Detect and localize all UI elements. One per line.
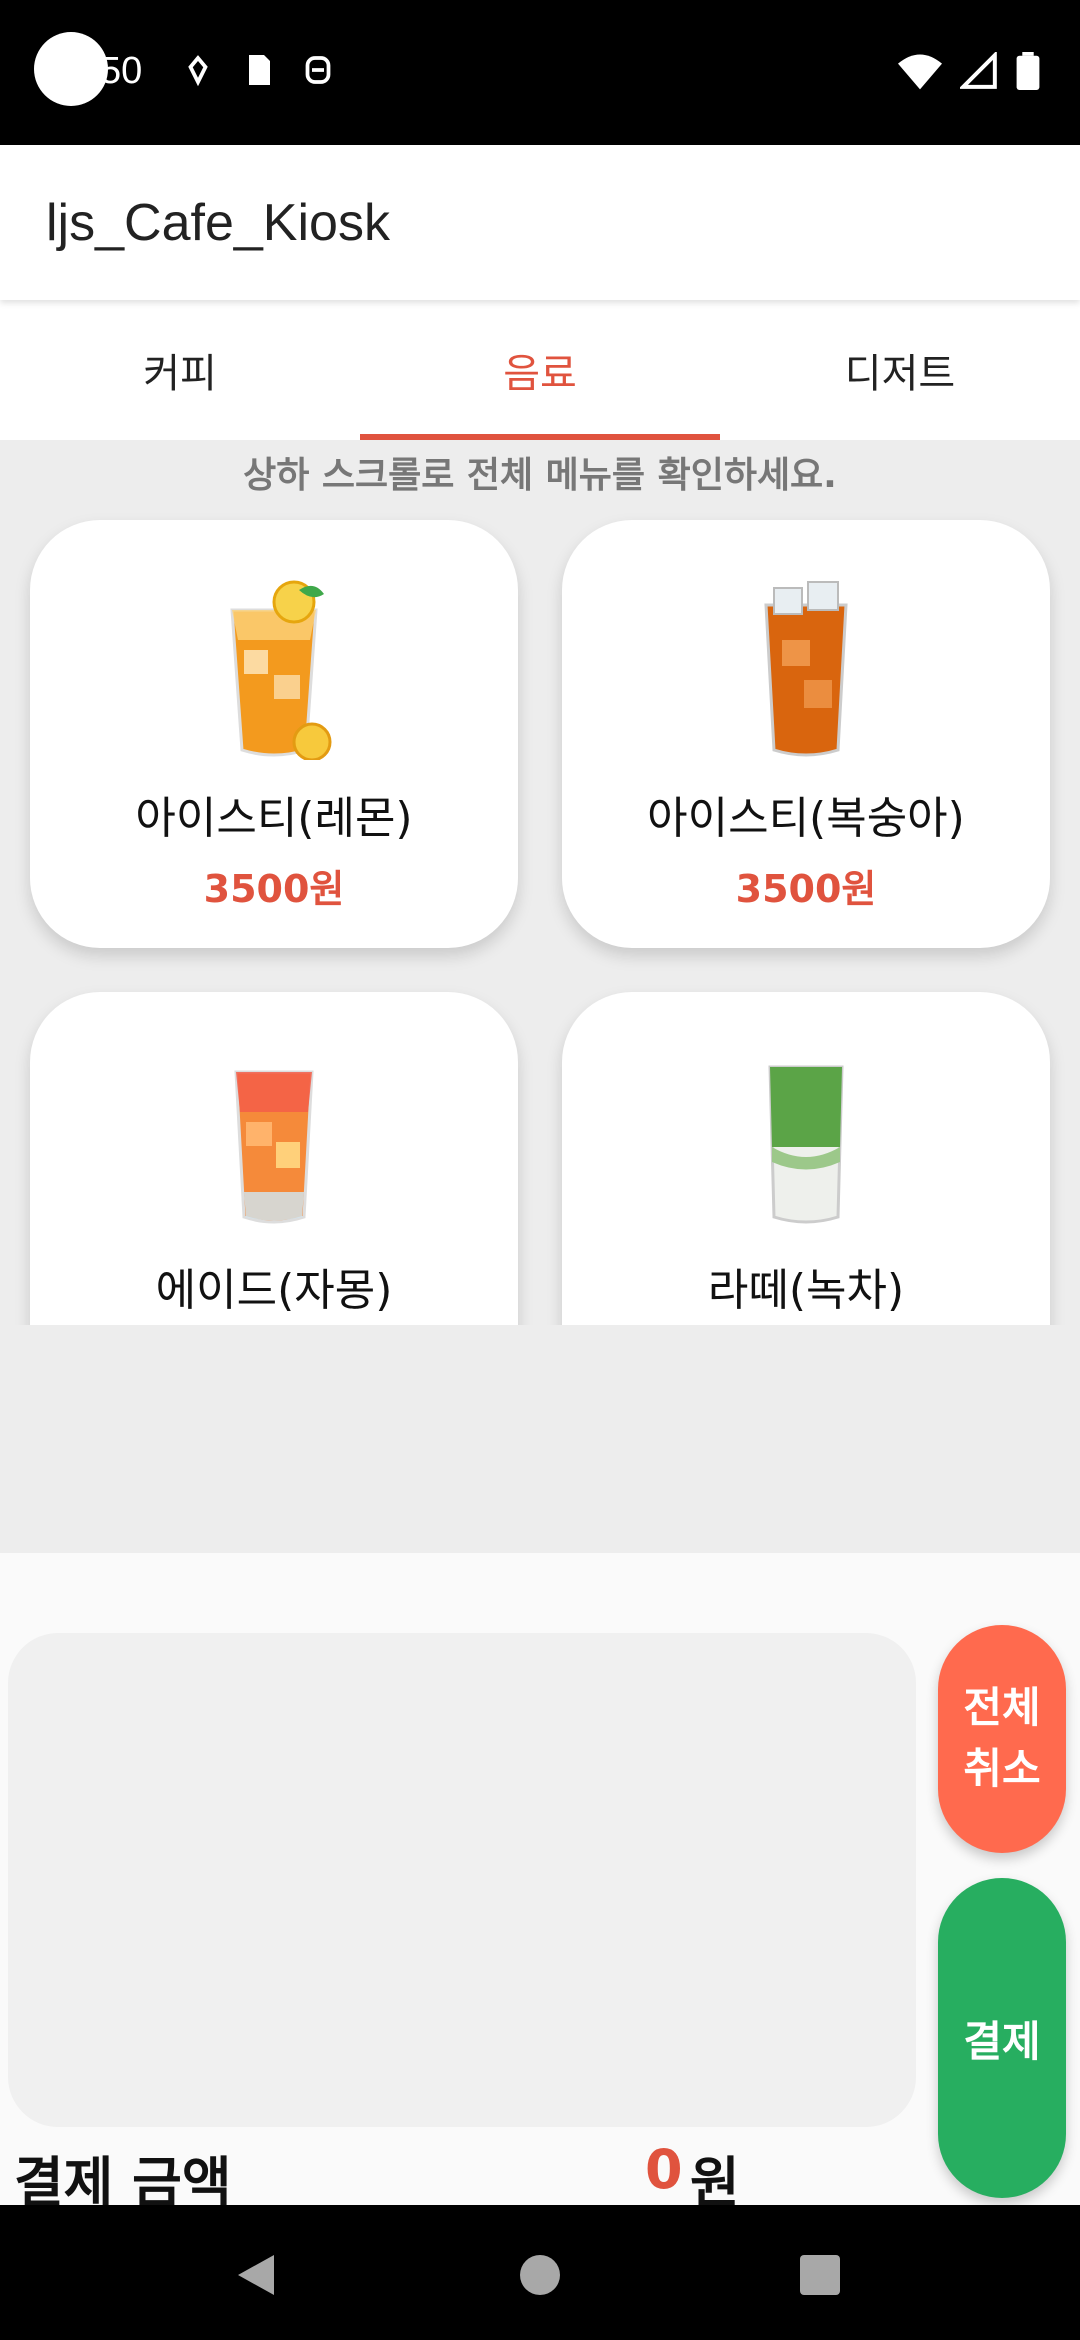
back-button[interactable] — [216, 2235, 296, 2315]
app-title: ljs_Cafe_Kiosk — [46, 193, 390, 252]
tab-coffee[interactable]: 커피 — [0, 300, 360, 440]
cancel-all-button[interactable]: 전체 취소 — [938, 1625, 1066, 1853]
grapefruit-ade-icon — [234, 1070, 314, 1224]
spacer — [0, 1325, 1080, 1553]
green-tea-latte-icon — [768, 1065, 844, 1224]
menu-item-name: 아이스티(복숭아) — [647, 793, 965, 844]
total-unit: 원 — [690, 2151, 740, 2205]
total-label: 결제 금액 — [14, 2151, 232, 2205]
back-icon — [238, 2255, 274, 2295]
recents-button[interactable] — [780, 2235, 860, 2315]
wifi-icon — [898, 54, 942, 90]
menu-item-price: 3500원 — [735, 867, 877, 911]
status-bar: 50 — [0, 0, 1080, 145]
tab-drinks[interactable]: 음료 — [360, 300, 720, 440]
menu-scroll-area[interactable]: 상하 스크롤로 전체 메뉴를 확인하세요. 아이스티(레몬) 3500원 아이스… — [0, 440, 1080, 1325]
sd-card-icon — [249, 55, 270, 85]
home-button[interactable] — [500, 2235, 580, 2315]
menu-item-price: 3500원 — [203, 867, 345, 911]
lemon-iced-tea-icon — [230, 580, 332, 760]
scroll-hint: 상하 스크롤로 전체 메뉴를 확인하세요. — [243, 455, 837, 496]
tab-dessert[interactable]: 디저트 — [720, 300, 1080, 440]
pay-label: 결제 — [963, 2016, 1041, 2066]
cart-list[interactable] — [8, 1633, 916, 2127]
category-tabs: 커피 음료 디저트 — [0, 300, 1080, 440]
menu-item-card[interactable]: 아이스티(복숭아) 3500원 — [562, 520, 1050, 948]
location-icon — [188, 55, 208, 87]
navigation-bar — [0, 2205, 1080, 2340]
menu-item-card[interactable]: 라떼(녹차) — [562, 992, 1050, 1325]
status-right-group — [898, 52, 1040, 90]
home-icon — [520, 2255, 560, 2295]
battery-icon — [1016, 52, 1040, 90]
app-screen: ljs_Cafe_Kiosk 커피 음료 디저트 상하 스크롤로 전체 메뉴를 … — [0, 145, 1080, 2205]
cancel-all-label: 전체 취소 — [963, 1683, 1041, 1793]
signal-icon — [960, 52, 997, 89]
status-time: 50 — [100, 50, 143, 92]
camera-cutout — [34, 32, 108, 106]
peach-iced-tea-icon — [764, 581, 848, 757]
menu-item-name: 에이드(자몽) — [155, 1265, 393, 1316]
total-amount: 0 — [645, 2138, 683, 2201]
recents-icon — [800, 2255, 840, 2295]
pay-button[interactable]: 결제 — [938, 1878, 1066, 2198]
menu-item-card[interactable]: 아이스티(레몬) 3500원 — [30, 520, 518, 948]
menu-item-card[interactable]: 에이드(자몽) — [30, 992, 518, 1325]
menu-item-name: 아이스티(레몬) — [135, 793, 413, 844]
assistant-icon — [305, 56, 331, 84]
order-panel: 전체 취소 결제 결제 금액 0 원 — [0, 1553, 1080, 2205]
app-bar: ljs_Cafe_Kiosk — [0, 145, 1080, 300]
menu-item-name: 라떼(녹차) — [707, 1265, 905, 1316]
